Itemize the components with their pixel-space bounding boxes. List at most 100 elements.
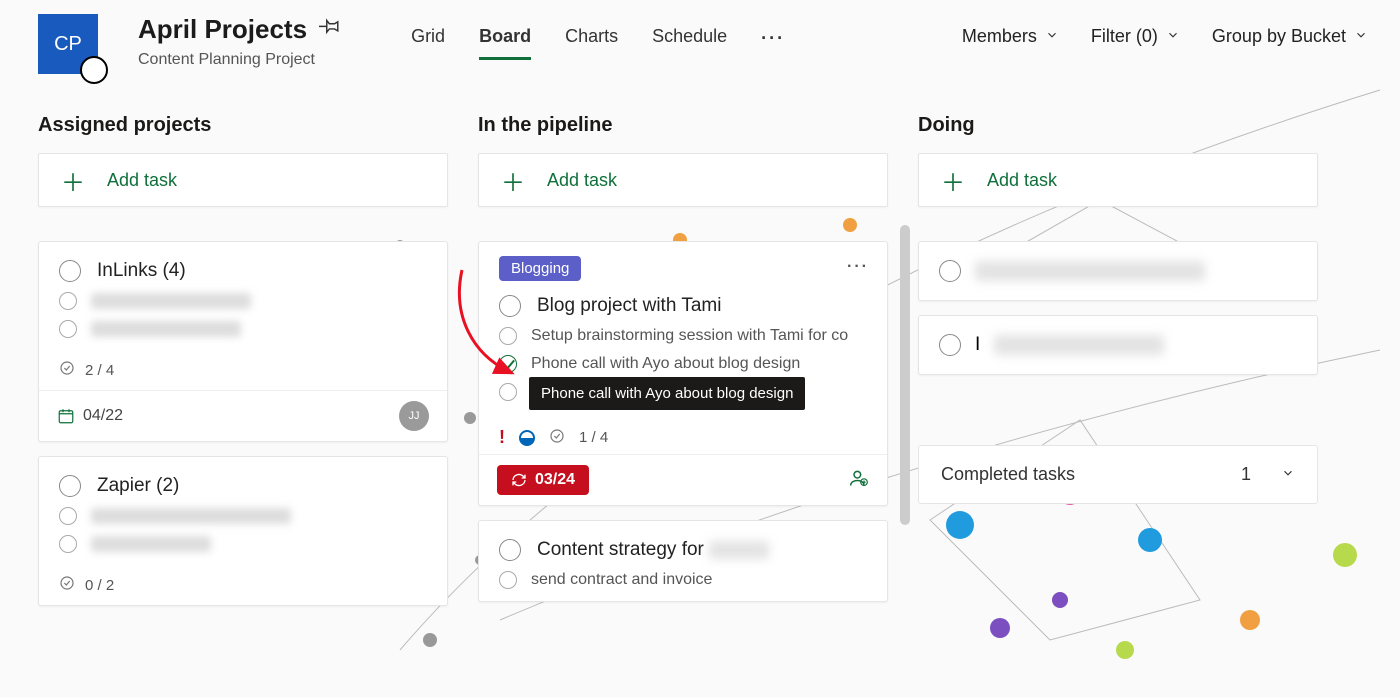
tab-schedule[interactable]: Schedule bbox=[652, 26, 727, 60]
completed-tasks-toggle[interactable]: Completed tasks 1 bbox=[918, 445, 1318, 504]
overdue-date-text: 03/24 bbox=[535, 471, 575, 489]
assign-user-icon[interactable] bbox=[849, 468, 869, 493]
complete-toggle[interactable] bbox=[59, 475, 81, 497]
column-assigned-projects: Assigned projects ＋ Add task InLinks (4)… bbox=[38, 110, 448, 606]
redacted-text bbox=[709, 541, 769, 559]
subtask-row[interactable]: send contract and invoice bbox=[499, 571, 867, 589]
tab-charts[interactable]: Charts bbox=[565, 26, 618, 60]
filter-dropdown[interactable]: Filter (0) bbox=[1091, 26, 1180, 47]
complete-toggle[interactable] bbox=[939, 260, 961, 282]
chevron-down-icon bbox=[1354, 26, 1368, 47]
complete-toggle[interactable] bbox=[59, 260, 81, 282]
task-title: Blog project with Tami bbox=[537, 295, 721, 317]
subtask-toggle[interactable] bbox=[499, 571, 517, 589]
checklist-count: 1 / 4 bbox=[579, 429, 608, 446]
column-in-the-pipeline: In the pipeline ＋ Add task Blogging ··· … bbox=[478, 110, 888, 606]
plan-subtitle: Content Planning Project bbox=[138, 51, 341, 69]
task-title: InLinks (4) bbox=[97, 260, 186, 282]
subtask-row[interactable]: Phone call with Ayo about blog design bbox=[499, 383, 867, 401]
view-tabs: Grid Board Charts Schedule ··· bbox=[411, 14, 785, 60]
subtask-toggle[interactable] bbox=[499, 327, 517, 345]
subtask-row[interactable]: redacted item one longer bbox=[59, 507, 427, 525]
task-title-prefix: I bbox=[975, 334, 980, 356]
task-card[interactable]: InLinks (4) redacted item one redacted i… bbox=[38, 241, 448, 442]
groupby-label: Group by Bucket bbox=[1212, 26, 1346, 47]
column-doing: Doing ＋ Add task redacted doing task one… bbox=[918, 110, 1318, 606]
checklist-icon bbox=[59, 360, 75, 380]
task-card[interactable]: Zapier (2) redacted item one longer reda… bbox=[38, 456, 448, 606]
header-bar: CP i April Projects Content Planning Pro… bbox=[0, 0, 1400, 100]
subtask-text: Setup brainstorming session with Tami fo… bbox=[531, 327, 848, 345]
subtask-text: redacted item two bbox=[91, 321, 241, 337]
tab-more-icon[interactable]: ··· bbox=[761, 26, 785, 60]
chevron-down-icon bbox=[1281, 464, 1295, 485]
checklist-count: 0 / 2 bbox=[85, 577, 114, 594]
subtask-toggle[interactable] bbox=[59, 320, 77, 338]
tab-grid[interactable]: Grid bbox=[411, 26, 445, 60]
subtask-toggle[interactable] bbox=[59, 507, 77, 525]
column-title: Doing bbox=[918, 114, 1318, 137]
members-label: Members bbox=[962, 26, 1037, 47]
subtask-row[interactable]: redacted item one bbox=[59, 292, 427, 310]
overdue-date-chip: 03/24 bbox=[497, 465, 589, 495]
checklist-count: 2 / 4 bbox=[85, 362, 114, 379]
task-title: Zapier (2) bbox=[97, 475, 179, 497]
scrollbar-thumb[interactable] bbox=[900, 225, 910, 525]
priority-urgent-icon: ! bbox=[499, 427, 505, 448]
completed-label: Completed tasks bbox=[941, 464, 1075, 485]
subtask-text: Phone call with Ayo about blog design bbox=[531, 355, 800, 373]
plus-icon: ＋ bbox=[501, 163, 525, 198]
complete-toggle[interactable] bbox=[939, 334, 961, 356]
add-task-button[interactable]: ＋ Add task bbox=[478, 153, 888, 207]
subtask-row[interactable]: redacted item two bbox=[59, 320, 427, 338]
task-card[interactable]: Content strategy for send contract and i… bbox=[478, 520, 888, 602]
plan-logo-initials: CP bbox=[54, 33, 82, 56]
subtask-text: redacted item one longer bbox=[91, 508, 291, 524]
chevron-down-icon bbox=[1166, 26, 1180, 47]
subtask-text: redacted item bbox=[91, 536, 211, 552]
task-label-tag[interactable]: Blogging bbox=[499, 256, 581, 281]
task-card[interactable]: redacted doing task one text bbox=[918, 241, 1318, 301]
assignee-avatar[interactable]: JJ bbox=[399, 401, 429, 431]
subtask-toggle[interactable] bbox=[59, 292, 77, 310]
info-icon[interactable]: i bbox=[80, 56, 108, 84]
subtask-toggle[interactable] bbox=[59, 535, 77, 553]
subtask-text: send contract and invoice bbox=[531, 571, 712, 589]
subtask-toggle[interactable] bbox=[499, 383, 517, 401]
chevron-down-icon bbox=[1045, 26, 1059, 47]
subtask-row[interactable]: Setup brainstorming session with Tami fo… bbox=[499, 327, 867, 345]
complete-toggle[interactable] bbox=[499, 295, 521, 317]
subtask-row[interactable]: Phone call with Ayo about blog design bbox=[499, 355, 867, 373]
groupby-dropdown[interactable]: Group by Bucket bbox=[1212, 26, 1368, 47]
completed-count: 1 bbox=[1241, 464, 1251, 485]
task-title: Content strategy for bbox=[537, 539, 769, 561]
column-title: Assigned projects bbox=[38, 114, 448, 137]
subtask-row[interactable]: redacted item bbox=[59, 535, 427, 553]
add-task-button[interactable]: ＋ Add task bbox=[38, 153, 448, 207]
pin-icon[interactable] bbox=[319, 16, 341, 43]
subtask-tooltip: Phone call with Ayo about blog design bbox=[529, 377, 805, 410]
complete-toggle[interactable] bbox=[499, 539, 521, 561]
due-date: 04/22 bbox=[57, 407, 123, 425]
members-dropdown[interactable]: Members bbox=[962, 26, 1059, 47]
due-date-text: 04/22 bbox=[83, 407, 123, 425]
card-more-icon[interactable]: ··· bbox=[847, 258, 869, 276]
plan-title: April Projects bbox=[138, 14, 307, 45]
add-task-button[interactable]: ＋ Add task bbox=[918, 153, 1318, 207]
tab-board[interactable]: Board bbox=[479, 26, 531, 60]
task-card[interactable]: Blogging ··· Blog project with Tami Setu… bbox=[478, 241, 888, 506]
progress-icon bbox=[519, 430, 535, 446]
recurring-icon bbox=[511, 472, 527, 488]
task-card[interactable]: I redacted doing two bbox=[918, 315, 1318, 375]
subtask-text: redacted item one bbox=[91, 293, 251, 309]
checklist-icon bbox=[59, 575, 75, 595]
plan-logo: CP i bbox=[38, 14, 98, 74]
add-task-label: Add task bbox=[547, 170, 617, 191]
add-task-label: Add task bbox=[107, 170, 177, 191]
task-title-redacted: redacted doing two bbox=[994, 335, 1164, 355]
task-title-redacted: redacted doing task one text bbox=[975, 261, 1205, 281]
plus-icon: ＋ bbox=[61, 163, 85, 198]
plus-icon: ＋ bbox=[941, 163, 965, 198]
subtask-toggle[interactable] bbox=[499, 355, 517, 373]
calendar-icon bbox=[57, 407, 75, 425]
